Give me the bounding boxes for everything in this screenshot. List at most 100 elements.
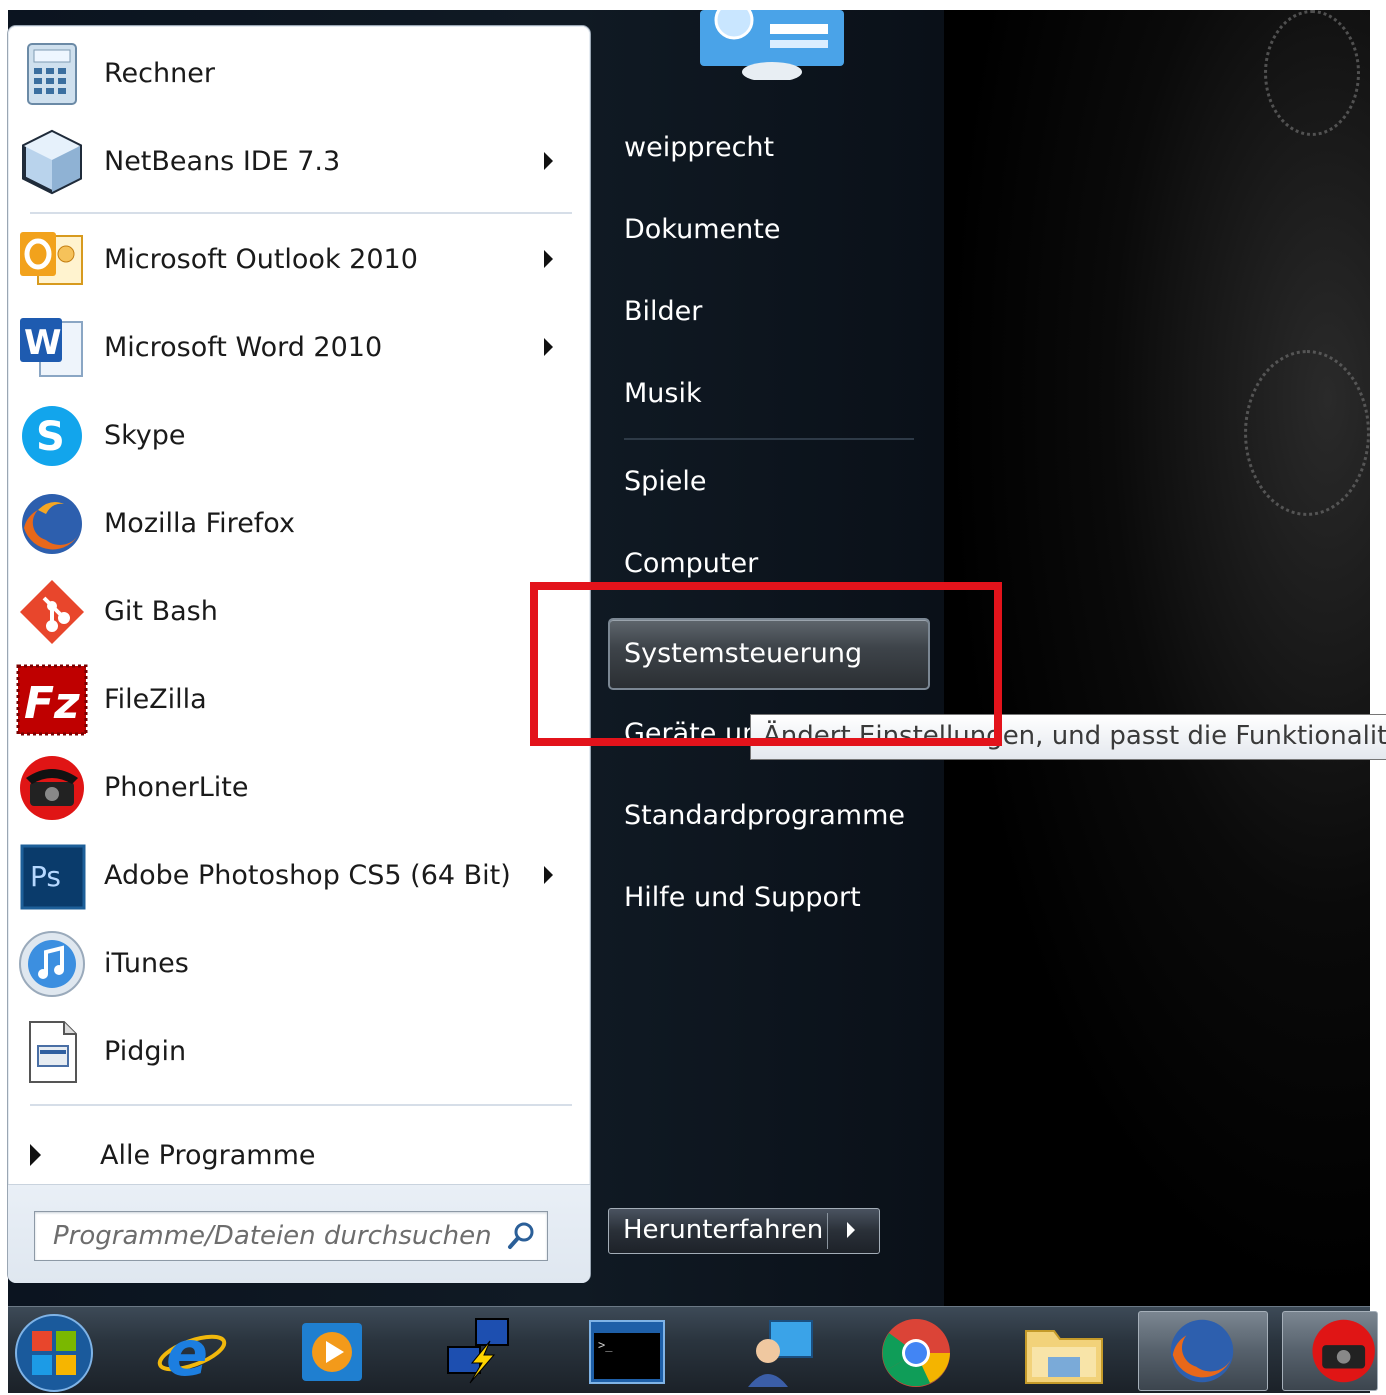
taskbar-chrome[interactable] — [858, 1311, 988, 1391]
link-default-programs[interactable]: Standardprogramme — [616, 786, 916, 846]
link-documents[interactable]: Dokumente — [616, 200, 916, 260]
program-outlook[interactable]: Microsoft Outlook 2010 — [8, 216, 590, 304]
desktop: Rechner NetBeans IDE 7.3 Microsoft Outlo… — [0, 0, 1386, 1393]
link-help-support[interactable]: Hilfe und Support — [616, 868, 916, 928]
calculator-icon — [27, 43, 77, 105]
program-word[interactable]: W Microsoft Word 2010 — [8, 304, 590, 392]
filezilla-icon: Fz — [16, 664, 88, 736]
internet-explorer-icon: e — [157, 1317, 227, 1390]
all-programs-button[interactable]: Alle Programme — [8, 1126, 590, 1182]
shutdown-options-arrow-icon[interactable] — [847, 1222, 855, 1238]
program-phonerlite[interactable]: PhonerLite — [8, 744, 590, 832]
firefox-icon — [22, 494, 82, 554]
program-photoshop[interactable]: Ps Adobe Photoshop CS5 (64 Bit) — [8, 832, 590, 920]
phone-icon — [20, 756, 84, 820]
shutdown-button[interactable]: Herunterfahren — [608, 1208, 880, 1254]
phone-icon — [1312, 1319, 1375, 1383]
program-rechner[interactable]: Rechner — [8, 30, 590, 118]
link-label: Standardprogramme — [624, 800, 905, 831]
program-label: NetBeans IDE 7.3 — [104, 146, 341, 177]
search-input[interactable] — [51, 1218, 495, 1254]
link-games[interactable]: Spiele — [616, 452, 916, 512]
program-filezilla[interactable]: Fz FileZilla — [8, 656, 590, 744]
media-player-icon — [302, 1323, 362, 1381]
program-label: Microsoft Word 2010 — [104, 332, 383, 363]
outlook-icon — [20, 232, 83, 285]
svg-text:Ps: Ps — [30, 860, 61, 893]
taskbar-remote-desktop[interactable] — [716, 1311, 846, 1391]
submenu-arrow-icon[interactable] — [544, 338, 553, 356]
submenu-arrow-icon[interactable] — [544, 866, 553, 884]
divider — [827, 1213, 828, 1249]
separator — [30, 1104, 572, 1106]
program-label: iTunes — [104, 948, 189, 979]
program-label: Rechner — [104, 58, 215, 89]
netbeans-icon — [22, 129, 82, 195]
taskbar-internet-explorer[interactable]: e — [126, 1311, 256, 1391]
program-label: Microsoft Outlook 2010 — [104, 244, 418, 275]
program-label: Skype — [104, 420, 186, 451]
program-label: Adobe Photoshop CS5 (64 Bit) — [104, 860, 511, 891]
svg-text:S: S — [36, 414, 65, 460]
svg-text:>_: >_ — [598, 1338, 613, 1352]
taskbar-network-tool[interactable] — [412, 1311, 542, 1391]
network-icon — [447, 1318, 509, 1384]
git-icon — [20, 580, 84, 644]
program-label: Pidgin — [104, 1036, 187, 1067]
taskbar: e >_ — [8, 1306, 1378, 1393]
search-icon[interactable] — [505, 1220, 537, 1252]
program-git-bash[interactable]: Git Bash — [8, 568, 590, 656]
remote-desktop-icon — [748, 1320, 813, 1387]
word-icon: W — [20, 318, 83, 377]
taskbar-firefox-active[interactable] — [1138, 1311, 1268, 1391]
link-user-folder[interactable]: weipprecht — [616, 118, 916, 178]
link-label: weipprecht — [624, 132, 775, 163]
program-itunes[interactable]: iTunes — [8, 920, 590, 1008]
link-label: Hilfe und Support — [624, 882, 861, 913]
program-label: FileZilla — [104, 684, 207, 715]
start-orb-icon[interactable] — [10, 1309, 98, 1393]
skype-icon: S — [22, 406, 82, 466]
svg-text:e: e — [166, 1317, 208, 1390]
taskbar-file-explorer[interactable] — [1002, 1311, 1132, 1391]
program-label: Git Bash — [104, 596, 218, 627]
annotation-highlight-box — [530, 582, 1002, 746]
itunes-icon — [19, 931, 85, 997]
submenu-arrow-icon[interactable] — [544, 250, 553, 268]
taskbar-console[interactable]: >_ — [560, 1311, 690, 1391]
console-icon: >_ — [589, 1320, 665, 1384]
submenu-arrow-icon[interactable] — [544, 152, 553, 170]
program-pidgin[interactable]: Pidgin — [8, 1008, 590, 1096]
link-label: Bilder — [624, 296, 703, 327]
link-pictures[interactable]: Bilder — [616, 282, 916, 342]
link-label: Musik — [624, 378, 702, 409]
desktop-wallpaper — [944, 10, 1370, 1306]
chrome-icon — [882, 1319, 950, 1387]
expand-arrow-icon — [30, 1144, 41, 1166]
all-programs-label: Alle Programme — [100, 1140, 316, 1171]
separator — [30, 212, 572, 214]
separator — [624, 438, 914, 440]
link-label: Dokumente — [624, 214, 781, 245]
program-label: Mozilla Firefox — [104, 508, 295, 539]
link-music[interactable]: Musik — [616, 364, 916, 424]
pidgin-icon — [29, 1021, 77, 1083]
link-label: Spiele — [624, 466, 707, 497]
taskbar-phonerlite[interactable] — [1282, 1311, 1378, 1391]
user-picture-icon[interactable] — [700, 10, 844, 80]
photoshop-icon: Ps — [20, 844, 86, 910]
search-box[interactable] — [34, 1211, 548, 1261]
link-label: Computer — [624, 548, 759, 579]
start-menu-programs-panel: Rechner NetBeans IDE 7.3 Microsoft Outlo… — [8, 26, 590, 1283]
firefox-icon — [1170, 1319, 1234, 1383]
program-skype[interactable]: S Skype — [8, 392, 590, 480]
svg-text:Fz: Fz — [24, 678, 80, 729]
svg-text:W: W — [24, 323, 62, 363]
search-area — [8, 1184, 590, 1283]
program-netbeans[interactable]: NetBeans IDE 7.3 — [8, 118, 590, 206]
program-label: PhonerLite — [104, 772, 249, 803]
program-firefox[interactable]: Mozilla Firefox — [8, 480, 590, 568]
taskbar-media-player[interactable] — [268, 1311, 398, 1391]
shutdown-label: Herunterfahren — [623, 1215, 824, 1245]
file-explorer-icon — [1025, 1330, 1103, 1384]
